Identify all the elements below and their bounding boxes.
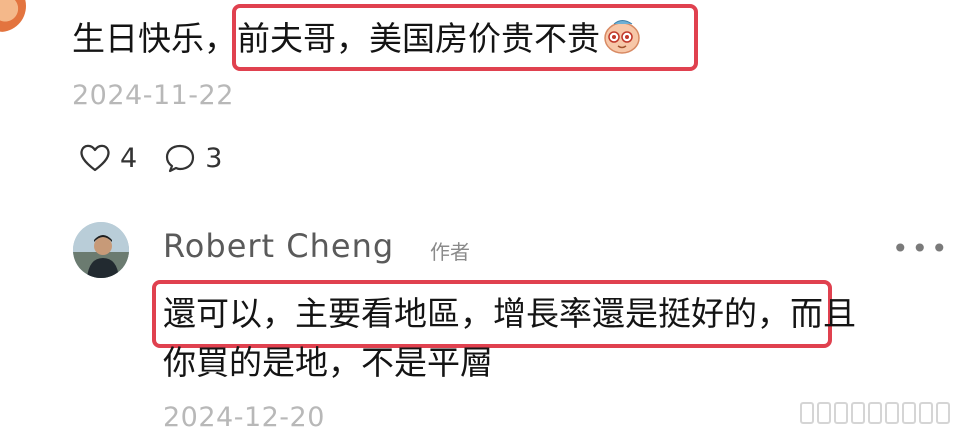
shy-face-emoji-icon [604,20,640,54]
reply-line1-rest: 而且 [790,294,856,333]
comment-text: 生日快乐，前夫哥，美国房价贵不贵 [72,14,642,64]
person-photo-icon [73,222,129,278]
watermark-logo [800,396,970,430]
reply-avatar[interactable] [73,222,129,278]
reply-text-line1: 還可以，主要看地區，增長率還是挺好的，而且 [163,290,856,338]
reply-count: 3 [205,142,223,174]
comment-prefix: 生日快乐， [72,19,237,58]
reply-author-name[interactable]: Robert Cheng [163,227,394,265]
commenter-avatar[interactable] [0,0,26,32]
heart-icon[interactable] [78,142,112,174]
reply-highlighted-text: 還可以，主要看地區，增長率還是挺好的， [163,294,790,333]
comment-date: 2024-11-22 [72,80,234,111]
reply-date: 2024-12-20 [163,402,325,433]
like-count: 4 [120,142,138,174]
comment-bubble-icon[interactable] [163,142,197,174]
more-options-icon[interactable]: ••• [892,232,951,265]
comment-actions: 4 3 [78,142,248,174]
comment-highlighted-text: 前夫哥，美国房价贵不贵 [237,19,600,58]
author-badge: 作者 [430,240,470,264]
reply-text-line2: 你買的是地，不是平層 [163,343,493,382]
